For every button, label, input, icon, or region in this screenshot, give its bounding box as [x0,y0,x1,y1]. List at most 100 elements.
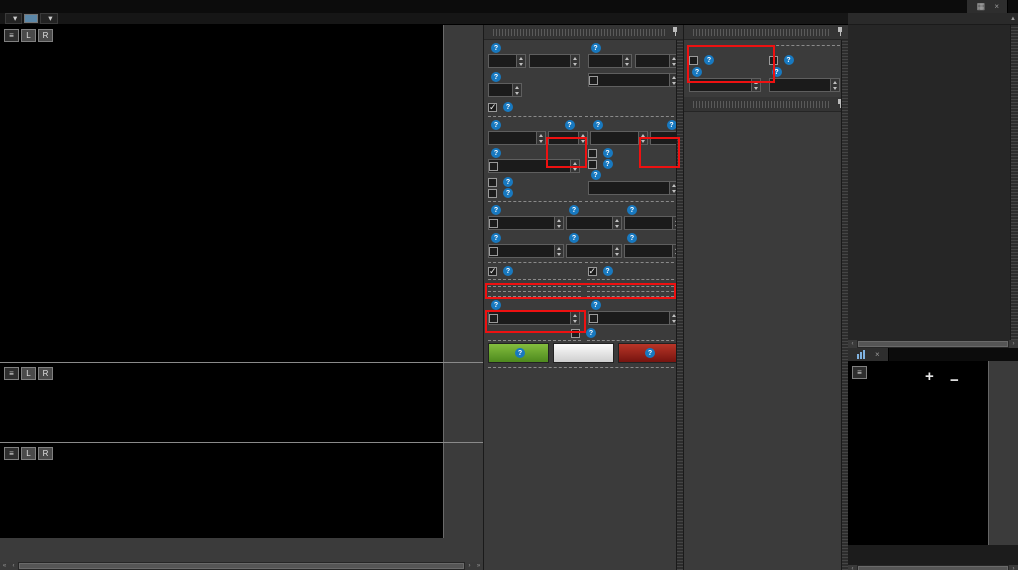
help-icon[interactable] [627,205,637,215]
right-axis-button[interactable]: R [38,29,53,42]
help-icon[interactable] [569,233,579,243]
scrollbar-thumb[interactable] [858,341,1008,347]
help-icon[interactable] [590,43,601,53]
legend-list-icon[interactable]: ≡ [4,29,19,42]
help-icon[interactable] [590,300,601,310]
help-icon[interactable] [503,177,513,187]
results-scrollbar[interactable] [1010,25,1018,340]
close-night-checkbox[interactable] [587,159,597,169]
trail-short-field[interactable] [488,244,564,258]
help-icon[interactable] [515,348,525,358]
close-position-button[interactable] [553,343,614,363]
help-icon[interactable] [491,233,501,243]
help-icon[interactable] [602,266,613,276]
help-icon[interactable] [491,43,501,53]
color-swatch[interactable] [24,14,39,23]
pin-icon[interactable] [836,27,844,37]
max-volume-field[interactable] [587,181,679,195]
right-axis-button[interactable]: R [38,447,53,460]
limit-orders-checkbox[interactable] [488,102,497,113]
tp-rsi-field[interactable] [488,159,580,173]
results-horizontal-scrollbar[interactable]: ‹ › [848,340,1018,348]
legend-list-icon[interactable]: ≡ [4,447,19,460]
help-icon[interactable] [586,328,596,338]
close-icon[interactable]: × [875,350,880,359]
trail-short-pull-field[interactable] [624,244,682,258]
help-icon[interactable] [602,148,613,158]
help-icon[interactable] [627,233,637,243]
help-icon[interactable] [593,120,603,130]
help-icon[interactable] [503,266,513,276]
reentry-checkbox[interactable] [571,328,580,338]
trail-long-on-field[interactable] [566,216,622,230]
avg-long-checkbox[interactable] [689,55,698,65]
time-finish-field[interactable] [529,54,580,68]
left-axis-button[interactable]: L [21,367,36,380]
help-icon[interactable] [645,348,655,358]
left-axis-button[interactable]: L [21,29,36,42]
help-icon[interactable] [569,205,579,215]
bets2-checkbox[interactable] [488,188,497,198]
help-icon[interactable] [692,67,702,77]
help-icon[interactable] [771,67,782,77]
filter-flat-checkbox[interactable] [489,313,498,323]
avg-step-long-field[interactable] [689,78,761,92]
buy-button[interactable] [488,343,549,363]
tp-rsi-checkbox[interactable] [489,161,498,171]
trail-short-on-field[interactable] [566,244,622,258]
avg-step-short-field[interactable] [768,78,840,92]
scroll-right-icon[interactable]: › [465,562,474,570]
right-axis-button[interactable]: R [38,367,53,380]
help-icon[interactable] [783,55,794,65]
bets1-checkbox[interactable] [488,177,497,187]
date-finish-field[interactable] [634,54,679,68]
help-icon[interactable] [704,55,714,65]
take-profit-field[interactable] [488,131,546,145]
help-icon[interactable] [491,148,501,158]
date-start-field[interactable] [587,54,632,68]
close-2ema-checkbox[interactable] [587,148,597,158]
help-icon[interactable] [491,120,501,130]
legend-list-icon[interactable]: ≡ [4,367,19,380]
time-start-field[interactable] [488,54,526,68]
tab-results[interactable]: ▦ × [967,0,1008,13]
pin-icon[interactable] [671,27,679,37]
help-icon[interactable] [666,120,677,130]
help-icon[interactable] [602,159,613,169]
avg-short-checkbox[interactable] [768,55,778,65]
position-chart[interactable] [0,443,443,538]
income-chart[interactable] [848,361,988,545]
chart-horizontal-scrollbar[interactable]: «‹ ›» [0,562,483,570]
panel-header[interactable] [484,25,683,40]
trade-short-checkbox[interactable] [587,266,597,277]
price-chart[interactable] [0,25,443,363]
scroll-right-icon[interactable]: › [1009,340,1018,348]
scroll-far-right-icon[interactable]: » [474,562,483,570]
help-icon[interactable] [491,72,501,82]
help-icon[interactable] [491,205,501,215]
sell-button[interactable] [618,343,679,363]
trade-long-checkbox[interactable] [488,266,497,277]
indicators-scrollbar[interactable] [841,40,848,570]
trail-short-checkbox[interactable] [489,246,498,256]
stop-loss-field[interactable] [590,131,648,145]
delay-checkbox[interactable] [588,75,598,85]
take-profit-pct-field[interactable] [548,131,588,145]
timeframe-dropdown[interactable]: ▾ [40,13,58,24]
patterns-panel-header[interactable] [684,97,848,112]
help-icon[interactable] [503,188,513,198]
help-icon[interactable] [503,102,513,112]
scroll-up-icon[interactable]: ▲ [1010,16,1018,22]
filter-against-checkbox[interactable] [588,313,598,323]
scroll-left-icon[interactable]: ‹ [9,562,18,570]
close-icon[interactable]: × [994,2,999,11]
help-icon[interactable] [590,170,601,180]
constructor-scrollbar[interactable] [676,40,683,570]
zoom-out-icon[interactable]: − [950,372,959,389]
delay-field[interactable] [587,73,679,87]
panel-header[interactable] [684,25,848,40]
filter-against-trend-field[interactable] [587,311,679,325]
trail-long-pull-field[interactable] [624,216,682,230]
scroll-right-icon[interactable]: › [1009,565,1018,570]
legend-list-icon[interactable]: ≡ [852,366,867,379]
